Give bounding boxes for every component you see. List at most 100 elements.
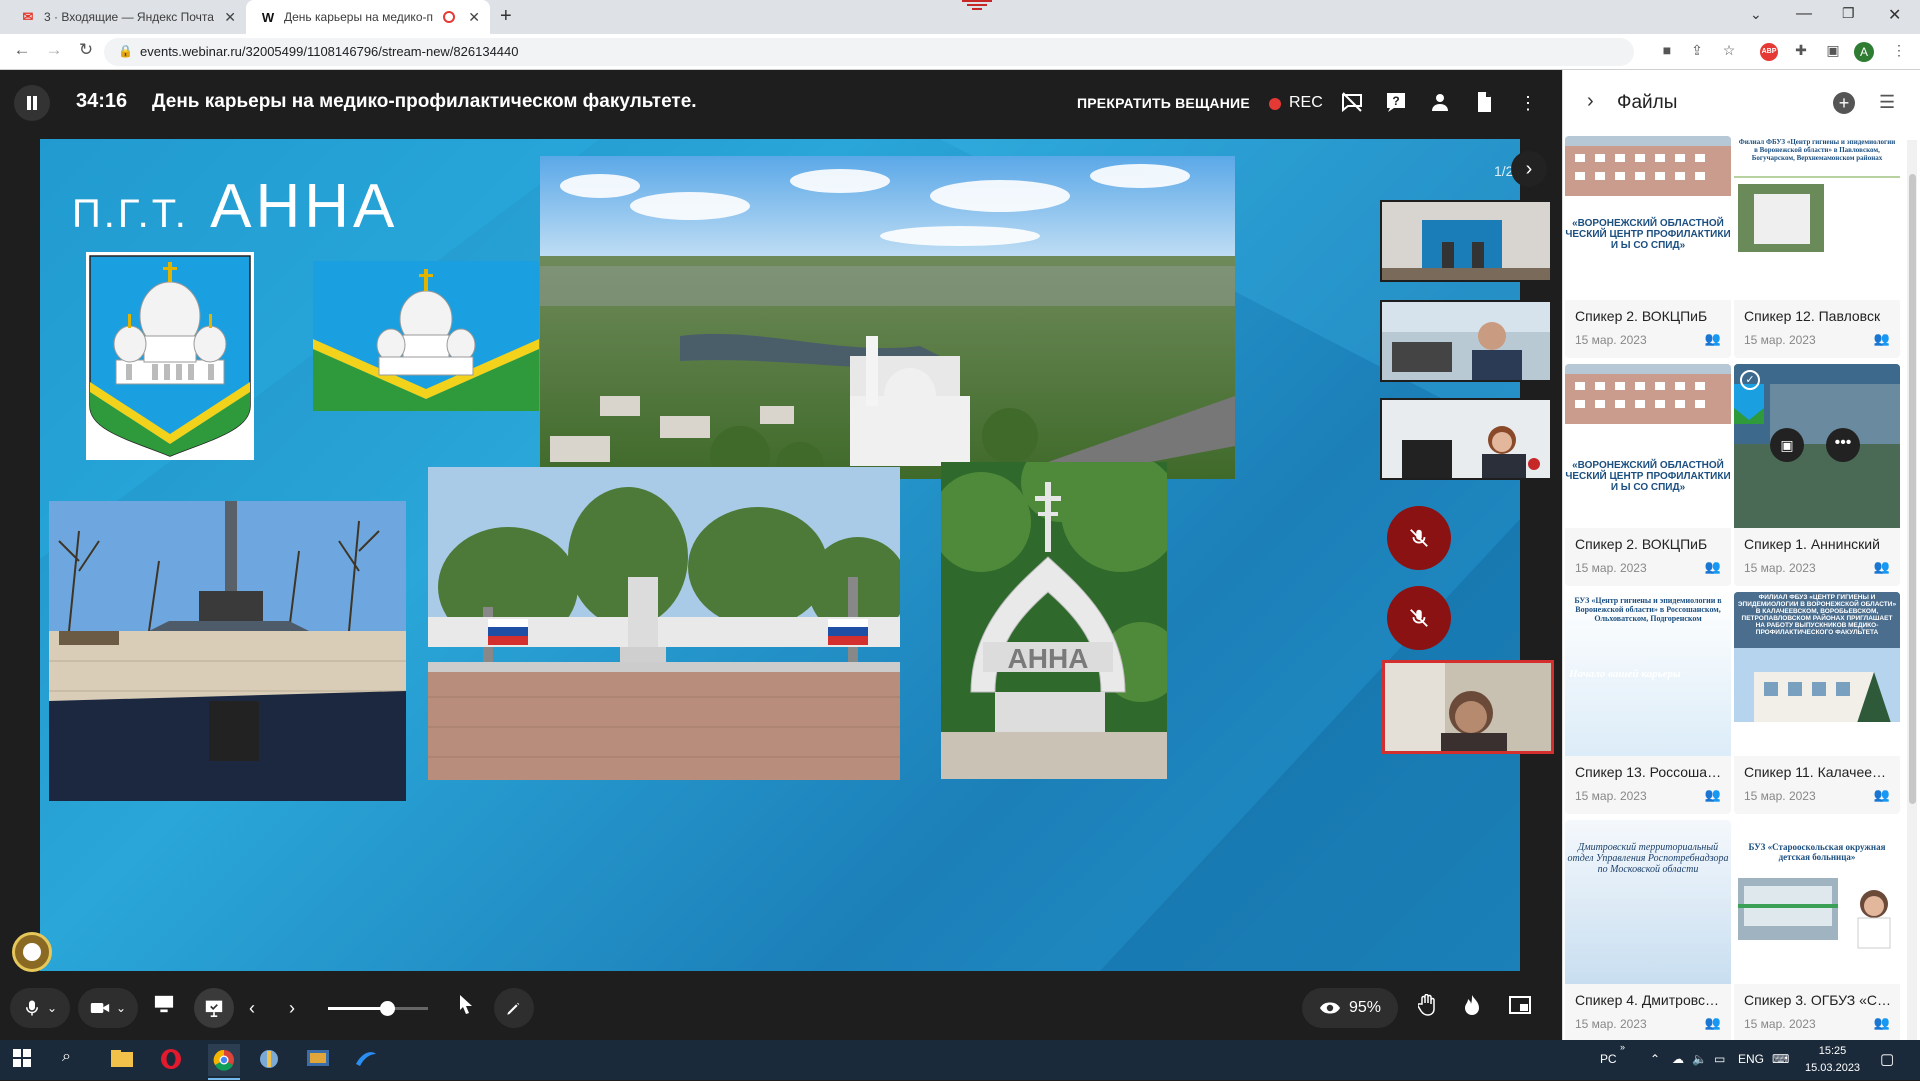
video-tile-man-office[interactable] xyxy=(1380,300,1552,382)
file-card[interactable]: Филиал ФБУЗ «Центр гигиены и эпидемиолог… xyxy=(1734,136,1900,358)
presentation-button[interactable] xyxy=(194,988,234,1028)
list-view-icon[interactable]: ☰ xyxy=(1879,92,1895,113)
thumbnail-text: ФИЛИАЛ ФБУЗ «ЦЕНТР ГИГИЕНЫ И ЭПИДЕМИОЛОГ… xyxy=(1737,594,1897,636)
app-icon-swoosh[interactable] xyxy=(354,1048,378,1072)
prev-slide-icon[interactable]: ‹ xyxy=(238,994,266,1022)
files-panel-header: › Файлы + ☰ xyxy=(1563,70,1920,136)
search-icon[interactable]: ⌕ xyxy=(62,1048,86,1072)
opera-icon[interactable] xyxy=(160,1048,184,1072)
notification-chevron-icon[interactable]: » xyxy=(1620,1042,1625,1052)
maximize-window-icon[interactable]: ❐ xyxy=(1842,5,1855,22)
bookmark-star-icon[interactable]: ☆ xyxy=(1718,42,1740,59)
file-name: Спикер 2. ВОКЦПиБ xyxy=(1575,536,1708,552)
question-icon[interactable]: ? xyxy=(1383,90,1409,116)
flame-icon[interactable] xyxy=(1458,994,1486,1022)
windows-start-icon[interactable] xyxy=(12,1048,36,1072)
viewers-counter[interactable]: 95% xyxy=(1302,988,1398,1028)
file-icon[interactable] xyxy=(1471,90,1497,116)
file-date: 15 мар. 2023 xyxy=(1575,561,1647,575)
cloud-icon[interactable]: ☁ xyxy=(1672,1052,1684,1066)
keyboard-icon[interactable]: ⌨ xyxy=(1772,1052,1789,1066)
draw-tool-button[interactable] xyxy=(494,988,534,1028)
viewers-percent: 95% xyxy=(1348,999,1382,1016)
presentation-slide: П.Г.Т. АННА 1/2 АННА xyxy=(40,139,1520,971)
adblock-icon[interactable]: ABP xyxy=(1760,43,1778,61)
screen-share-icon[interactable] xyxy=(150,994,178,1022)
os-taskbar: ⌕ РС » ⌃ ☁ 🔈 ▭ ENG ⌨ 15:25 15.03.2023 ▢ xyxy=(0,1040,1920,1080)
file-card[interactable]: «ВОРОНЕЖСКИЙ ОБЛАСТНОЙ ЧЕСКИЙ ЦЕНТР ПРОФ… xyxy=(1565,364,1731,586)
select-checkbox-icon[interactable]: ✓ xyxy=(1740,370,1760,390)
mute-button-1[interactable] xyxy=(1387,506,1451,570)
video-tile-active-speaker[interactable] xyxy=(1382,660,1554,754)
present-file-button[interactable]: ▣ xyxy=(1770,428,1804,462)
video-tile-woman-office[interactable] xyxy=(1380,398,1552,480)
back-arrow-icon[interactable]: ← xyxy=(10,40,34,60)
sidebar-icon[interactable]: ▣ xyxy=(1822,42,1844,59)
video-camera-icon xyxy=(90,1003,110,1013)
extensions-icon[interactable]: ✚ xyxy=(1790,42,1812,59)
share-icon[interactable]: ⇪ xyxy=(1686,42,1708,59)
volume-icon[interactable]: 🔈 xyxy=(1692,1052,1707,1066)
rec-label[interactable]: REC xyxy=(1289,94,1323,112)
file-name: Спикер 4. Дмитровский xyxy=(1575,992,1723,1008)
new-tab-button[interactable]: + xyxy=(500,5,512,28)
file-date: 15 мар. 2023 xyxy=(1744,333,1816,347)
tab-yandex-mail[interactable]: ✉ 3 · Входящие — Яндекс Почта ✕ xyxy=(6,0,246,34)
file-card[interactable]: «ВОРОНЕЖСКИЙ ОБЛАСТНОЙ ЧЕСКИЙ ЦЕНТР ПРОФ… xyxy=(1565,136,1731,358)
url-field[interactable]: 🔒 events.webinar.ru/32005499/1108146796/… xyxy=(104,38,1634,66)
close-tab-icon[interactable]: ✕ xyxy=(468,9,480,26)
volume-slider-handle[interactable] xyxy=(380,1001,395,1016)
camera-button[interactable]: ⌄ xyxy=(78,988,138,1028)
collapse-panel-icon[interactable]: › xyxy=(1587,90,1594,113)
keyboard-layout-left[interactable]: РС xyxy=(1600,1052,1617,1066)
tab-search-icon[interactable]: ⌄ xyxy=(1750,6,1762,23)
pointer-icon[interactable] xyxy=(452,994,480,1022)
microphone-button[interactable]: ⌄ xyxy=(10,988,70,1028)
camera-icon[interactable]: ■ xyxy=(1656,42,1678,58)
file-more-options-button[interactable]: ••• xyxy=(1826,428,1860,462)
chrome-icon[interactable] xyxy=(208,1044,240,1076)
file-card[interactable]: БУЗ «Старооскольская окружная детская бо… xyxy=(1734,820,1900,1042)
pause-button[interactable] xyxy=(14,85,50,121)
chat-off-icon[interactable] xyxy=(1339,90,1365,116)
video-tile-classroom[interactable] xyxy=(1380,200,1552,282)
panel-scrollbar-thumb[interactable] xyxy=(1909,174,1916,804)
file-date: 15 мар. 2023 xyxy=(1744,561,1816,575)
more-menu-icon[interactable]: ⋮ xyxy=(1515,90,1541,116)
raise-hand-icon[interactable] xyxy=(1414,993,1442,1022)
stop-broadcast-button[interactable]: ПРЕКРАТИТЬ ВЕЩАНИЕ xyxy=(1077,95,1250,111)
file-date: 15 мар. 2023 xyxy=(1575,789,1647,803)
add-file-icon[interactable]: + xyxy=(1833,92,1855,114)
next-slide-icon[interactable]: › xyxy=(278,994,306,1022)
file-explorer-icon[interactable] xyxy=(110,1048,134,1072)
close-window-icon[interactable]: ✕ xyxy=(1888,5,1901,25)
tab-webinar[interactable]: W День карьеры на медико-п ✕ xyxy=(246,0,490,34)
file-card-selected[interactable]: ✓ ▣ ••• Спикер 1. Аннинский 15 мар. 2023… xyxy=(1734,364,1900,586)
profile-avatar[interactable]: A xyxy=(1854,42,1874,62)
shared-users-icon: 👥 xyxy=(1873,1015,1890,1030)
app-icon-tools[interactable] xyxy=(258,1048,282,1072)
browser-menu-icon[interactable]: ⋮ xyxy=(1888,42,1910,59)
drag-handle-icon xyxy=(962,0,992,10)
language-indicator[interactable]: ENG xyxy=(1738,1052,1764,1066)
reload-icon[interactable]: ↻ xyxy=(74,40,98,60)
layout-toggle-icon[interactable] xyxy=(1506,994,1534,1022)
anna-sign-photo: АННА xyxy=(941,462,1167,779)
system-clock[interactable]: 15:25 15.03.2023 xyxy=(1805,1043,1860,1077)
network-icon[interactable]: ▭ xyxy=(1714,1052,1725,1066)
mute-button-2[interactable] xyxy=(1387,586,1451,650)
next-slide-button[interactable]: › xyxy=(1511,151,1547,187)
participants-icon[interactable] xyxy=(1427,90,1453,116)
show-hidden-icons-icon[interactable]: ⌃ xyxy=(1650,1052,1660,1066)
minimize-window-icon[interactable]: — xyxy=(1796,5,1812,23)
shared-users-icon: 👥 xyxy=(1873,331,1890,346)
notifications-icon[interactable]: ▢ xyxy=(1880,1050,1894,1068)
pencil-icon xyxy=(507,1002,520,1015)
forward-arrow-icon[interactable]: → xyxy=(42,40,66,60)
file-card[interactable]: ФИЛИАЛ ФБУЗ «ЦЕНТР ГИГИЕНЫ И ЭПИДЕМИОЛОГ… xyxy=(1734,592,1900,814)
file-card[interactable]: Дмитровский территориальный отдел Управл… xyxy=(1565,820,1731,1042)
app-icon-board[interactable] xyxy=(306,1048,330,1072)
file-card[interactable]: БУЗ «Центр гигиены и эпидемиологии в Вор… xyxy=(1565,592,1731,814)
file-name: Спикер 13. Россошанский xyxy=(1575,764,1723,780)
close-tab-icon[interactable]: ✕ xyxy=(224,9,236,26)
